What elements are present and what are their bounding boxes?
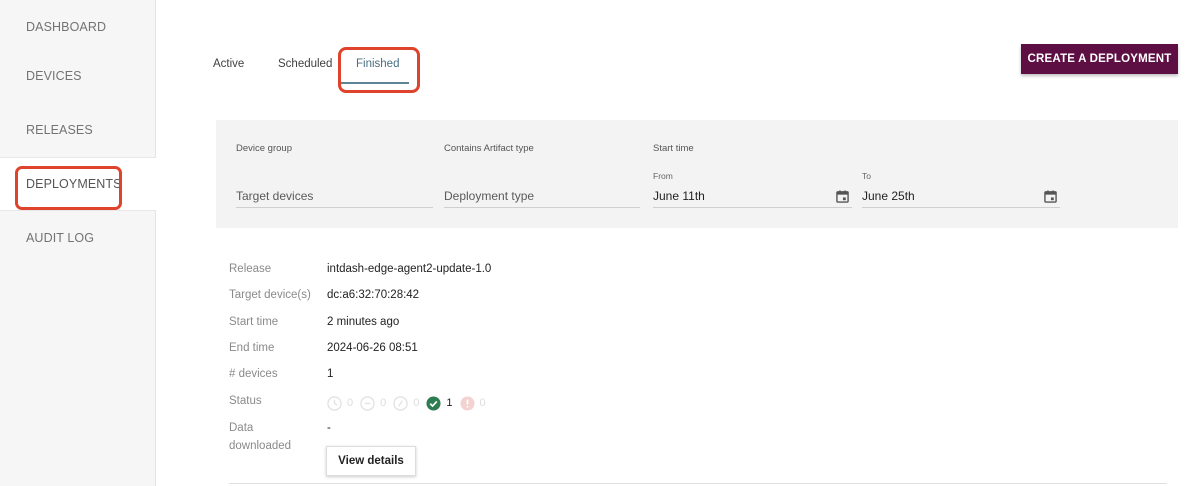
- status-success: 1: [426, 395, 453, 411]
- from-label: From: [653, 171, 673, 181]
- sidebar-item-audit-log[interactable]: AUDIT LOG: [0, 211, 155, 265]
- highlight-box-deployments: [15, 166, 122, 210]
- start-time-detail-label: Start time: [229, 316, 279, 328]
- view-details-button[interactable]: View details: [326, 446, 416, 476]
- device-count-value: 1: [327, 368, 334, 380]
- target-devices-value: dc:a6:32:70:28:42: [327, 289, 420, 301]
- end-time-value: 2024-06-26 08:51: [327, 342, 418, 354]
- tab-scheduled[interactable]: Scheduled: [278, 58, 332, 70]
- sidebar-item-label: RELEASES: [26, 123, 93, 137]
- device-count-label: # devices: [229, 368, 278, 380]
- release-value: intdash-edge-agent2-update-1.0: [327, 263, 492, 275]
- success-icon: [426, 395, 441, 411]
- data-downloaded-label-line1: Data: [229, 422, 254, 434]
- deployment-type-placeholder: Deployment type: [444, 188, 535, 203]
- status-success-count: 1: [446, 397, 453, 409]
- device-group-placeholder: Target devices: [236, 188, 314, 203]
- calendar-icon[interactable]: [836, 190, 849, 203]
- status-failure-count: 0: [479, 397, 486, 409]
- data-downloaded-value: -: [327, 422, 331, 434]
- sidebar: DASHBOARD DEVICES RELEASES DEPLOYMENTS A…: [0, 0, 156, 486]
- start-time-detail-value: 2 minutes ago: [327, 316, 400, 328]
- to-date-value: June 25th: [862, 188, 915, 203]
- status-in-progress-count: 0: [380, 397, 387, 409]
- filter-panel: Device group Target devices Contains Art…: [216, 120, 1178, 228]
- sidebar-item-label: DASHBOARD: [26, 20, 107, 34]
- device-group-field[interactable]: Target devices: [236, 184, 433, 208]
- highlight-box-finished-tab: [338, 47, 420, 93]
- pending-icon: [327, 395, 342, 411]
- sidebar-item-label: DEVICES: [26, 69, 82, 83]
- calendar-icon[interactable]: [1044, 190, 1057, 203]
- end-time-label: End time: [229, 342, 275, 354]
- start-time-label: Start time: [653, 143, 694, 154]
- release-label: Release: [229, 263, 272, 275]
- artifact-type-label: Contains Artifact type: [444, 143, 534, 154]
- in-progress-icon: [360, 395, 375, 411]
- from-date-value: June 11th: [653, 188, 705, 203]
- status-failure: 0: [459, 395, 486, 411]
- status-label: Status: [229, 395, 262, 407]
- sidebar-item-label: AUDIT LOG: [26, 231, 95, 245]
- status-pending-count: 0: [347, 397, 354, 409]
- to-date-field[interactable]: June 25th: [862, 184, 1060, 208]
- status-in-progress: 0: [360, 395, 387, 411]
- device-group-label: Device group: [236, 143, 292, 154]
- create-deployment-button[interactable]: CREATE A DEPLOYMENT: [1021, 44, 1178, 74]
- status-paused-count: 0: [413, 397, 420, 409]
- from-date-field[interactable]: June 11th: [653, 184, 852, 208]
- status-pending: 0: [327, 395, 354, 411]
- target-devices-label: Target device(s): [229, 289, 311, 301]
- to-label: To: [862, 171, 871, 181]
- status-counts: 0 0 0 1 0: [327, 394, 493, 412]
- data-downloaded-label-line2: downloaded: [229, 440, 292, 452]
- deployment-type-field[interactable]: Deployment type: [444, 184, 640, 208]
- sidebar-item-dashboard[interactable]: DASHBOARD: [0, 0, 155, 54]
- sidebar-item-releases[interactable]: RELEASES: [0, 103, 155, 157]
- status-paused: 0: [393, 395, 420, 411]
- failure-icon: [459, 395, 475, 411]
- tab-active[interactable]: Active: [213, 58, 244, 70]
- paused-icon: [393, 395, 408, 411]
- sidebar-item-devices[interactable]: DEVICES: [0, 49, 155, 103]
- divider: [229, 483, 1167, 484]
